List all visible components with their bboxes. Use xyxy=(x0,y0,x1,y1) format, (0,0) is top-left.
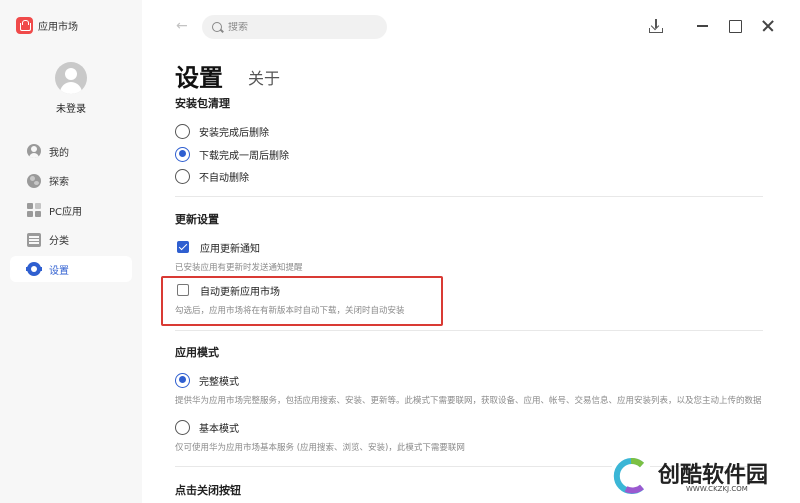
login-status[interactable]: 未登录 xyxy=(0,100,142,115)
maximize-icon[interactable] xyxy=(727,18,743,34)
download-icon[interactable] xyxy=(648,18,664,34)
radio-button[interactable] xyxy=(175,146,190,162)
watermark-logo-icon xyxy=(612,457,650,495)
option-label: 安装完成后删除 xyxy=(199,127,269,139)
radio-button[interactable] xyxy=(175,372,190,388)
sidebar-item-label: PC应用 xyxy=(49,206,83,218)
section-title-update: 更新设置 xyxy=(175,213,219,226)
grid-icon xyxy=(27,203,41,217)
divider xyxy=(175,196,763,197)
globe-icon xyxy=(27,173,41,188)
hint-update-notify: 已安装应用有更新时发送通知提醒 xyxy=(175,263,303,273)
search-icon xyxy=(212,22,222,32)
section-title-install-cleanup: 安装包清理 xyxy=(175,97,230,110)
gear-icon xyxy=(26,262,42,276)
app-logo-icon xyxy=(16,16,33,34)
sidebar-item-category[interactable]: 分类 xyxy=(10,227,132,253)
sidebar-item-label: 分类 xyxy=(49,236,69,247)
sidebar-item-label: 我的 xyxy=(49,147,69,159)
sidebar-item-explore[interactable]: 探索 xyxy=(10,168,132,194)
minimize-icon[interactable] xyxy=(695,18,711,34)
hint-basic-mode: 仅可使用华为应用市场基本服务 (应用搜索、浏览、安装)，此模式下需要联网 xyxy=(175,443,465,453)
radio-button[interactable] xyxy=(175,123,190,139)
option-label: 下载完成一周后删除 xyxy=(199,150,289,162)
divider xyxy=(175,330,763,331)
radio-button[interactable] xyxy=(175,168,190,184)
person-icon xyxy=(27,144,41,158)
search-box[interactable] xyxy=(202,15,387,39)
option-label: 不自动删除 xyxy=(199,172,249,184)
radio-button[interactable] xyxy=(175,419,190,435)
sidebar: 应用市场 未登录 我的 探索 PC应用 分类 设置 xyxy=(0,0,142,503)
watermark-url: WWW.CKZKJ.COM xyxy=(686,485,748,493)
tab-about[interactable]: 关于 xyxy=(248,65,280,89)
checkbox[interactable] xyxy=(177,241,189,253)
section-title-close-button: 点击关闭按钮 xyxy=(175,484,241,497)
radio-delete-after-install[interactable]: 安装完成后删除 xyxy=(175,122,269,140)
radio-full-mode[interactable]: 完整模式 xyxy=(175,371,239,389)
tab-settings[interactable]: 设置 xyxy=(175,58,223,93)
checkbox-update-notify[interactable]: 应用更新通知 xyxy=(177,240,260,255)
option-label: 完整模式 xyxy=(199,376,239,388)
highlight-box xyxy=(161,276,443,326)
radio-no-auto-delete[interactable]: 不自动删除 xyxy=(175,167,249,185)
radio-delete-after-week[interactable]: 下载完成一周后删除 xyxy=(175,145,289,163)
watermark: 创酷软件园 WWW.CKZKJ.COM xyxy=(612,457,790,499)
sidebar-item-settings[interactable]: 设置 xyxy=(10,256,132,282)
avatar[interactable] xyxy=(55,62,87,94)
sidebar-item-pc-apps[interactable]: PC应用 xyxy=(10,197,132,223)
option-label: 应用更新通知 xyxy=(200,243,260,255)
option-label: 基本模式 xyxy=(199,423,239,435)
close-icon[interactable] xyxy=(760,18,776,34)
section-title-app-mode: 应用模式 xyxy=(175,346,219,359)
app-name: 应用市场 xyxy=(38,21,78,33)
hint-full-mode: 提供华为应用市场完整服务，包括应用搜索、安装、更新等。此模式下需要联网，获取设备… xyxy=(175,396,762,406)
sidebar-item-mine[interactable]: 我的 xyxy=(10,138,132,164)
sidebar-item-label: 设置 xyxy=(49,265,69,277)
app-brand: 应用市场 xyxy=(16,16,78,34)
radio-basic-mode[interactable]: 基本模式 xyxy=(175,418,239,436)
search-input[interactable] xyxy=(228,21,368,33)
back-arrow-icon[interactable]: ← xyxy=(176,18,190,34)
category-icon xyxy=(27,232,41,247)
sidebar-nav: 我的 探索 PC应用 分类 设置 xyxy=(10,138,132,286)
sidebar-item-label: 探索 xyxy=(49,177,69,188)
